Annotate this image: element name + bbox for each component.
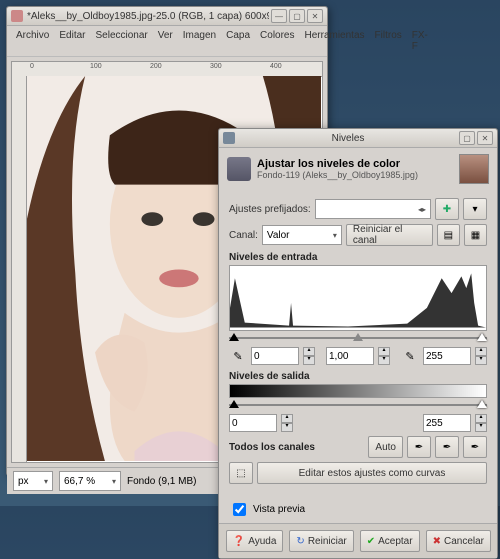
presets-label: Ajustes prefijados: <box>229 204 311 215</box>
add-preset-button[interactable]: ✚ <box>435 198 459 220</box>
dialog-min-button[interactable]: ▢ <box>459 131 475 145</box>
close-button[interactable]: ✕ <box>307 9 323 23</box>
dialog-footer: ❓Ayuda ↻Reiniciar ✔Aceptar ✖Cancelar <box>219 523 497 558</box>
auto-button[interactable]: Auto <box>368 436 403 458</box>
ruler-horizontal: 0 100 200 300 400 <box>12 62 322 77</box>
reset-button[interactable]: ↻Reiniciar <box>289 530 353 552</box>
linear-hist-button[interactable]: ▤ <box>437 224 460 246</box>
dialog-title: Niveles <box>239 133 457 144</box>
minimize-button[interactable]: — <box>271 9 287 23</box>
levels-dialog: Niveles ▢ ✕ Ajustar los niveles de color… <box>218 128 498 559</box>
output-gradient <box>229 384 487 398</box>
app-icon <box>11 10 23 22</box>
pick-gray-all-button[interactable]: ✒ <box>435 436 459 458</box>
input-gamma-spin[interactable]: 1,00 <box>326 347 374 365</box>
cancel-button[interactable]: ✖Cancelar <box>426 530 491 552</box>
preset-menu-button[interactable]: ▾ <box>463 198 487 220</box>
window-title: *Aleks__by_Oldboy1985.jpg-25.0 (RGB, 1 c… <box>27 11 269 22</box>
menu-capa[interactable]: Capa <box>221 28 255 54</box>
menu-bar: Archivo Editar Seleccionar Ver Imagen Ca… <box>7 26 327 57</box>
channel-combo[interactable]: Valor▾ <box>262 225 342 245</box>
ruler-vertical <box>12 76 27 462</box>
main-titlebar[interactable]: *Aleks__by_Oldboy1985.jpg-25.0 (RGB, 1 c… <box>7 7 327 26</box>
curves-icon: ⬚ <box>229 462 253 484</box>
histogram <box>229 265 487 331</box>
all-channels-label: Todos los canales <box>229 442 315 453</box>
input-slider[interactable] <box>229 333 487 343</box>
menu-herramientas[interactable]: Herramientas <box>300 28 370 54</box>
dialog-header: Ajustar los niveles de color Fondo-119 (… <box>219 148 497 190</box>
output-low-spin[interactable]: 0 <box>229 414 277 432</box>
help-button[interactable]: ❓Ayuda <box>226 530 284 552</box>
menu-editar[interactable]: Editar <box>54 28 90 54</box>
layer-thumbnail <box>459 154 489 184</box>
menu-seleccionar[interactable]: Seleccionar <box>90 28 152 54</box>
input-levels-label: Niveles de entrada <box>229 252 487 263</box>
log-hist-button[interactable]: ▦ <box>464 224 487 246</box>
pick-white-icon[interactable]: ✎ <box>401 348 419 364</box>
reset-channel-button[interactable]: Reiniciar el canal <box>346 224 433 246</box>
menu-colores[interactable]: Colores <box>255 28 299 54</box>
levels-icon <box>227 157 251 181</box>
pick-black-icon[interactable]: ✎ <box>229 348 247 364</box>
channel-label: Canal: <box>229 230 258 241</box>
edit-as-curves-button[interactable]: Editar estos ajustes como curvas <box>257 462 487 484</box>
menu-fxf[interactable]: FX-F <box>407 28 433 54</box>
dialog-titlebar[interactable]: Niveles ▢ ✕ <box>219 129 497 148</box>
preview-checkbox[interactable] <box>233 503 246 516</box>
dialog-icon <box>223 132 235 144</box>
menu-filtros[interactable]: Filtros <box>370 28 407 54</box>
menu-imagen[interactable]: Imagen <box>178 28 221 54</box>
dialog-close-button[interactable]: ✕ <box>477 131 493 145</box>
presets-combo[interactable]: ◂▸ <box>315 199 431 219</box>
menu-ver[interactable]: Ver <box>153 28 178 54</box>
output-levels-label: Niveles de salida <box>229 371 487 382</box>
output-slider[interactable] <box>229 400 487 410</box>
dialog-heading: Ajustar los niveles de color <box>257 158 418 170</box>
output-high-spin[interactable]: 255 <box>423 414 471 432</box>
pick-white-all-button[interactable]: ✒ <box>463 436 487 458</box>
input-high-spin[interactable]: 255 <box>423 347 471 365</box>
dialog-subheading: Fondo-119 (Aleks__by_Oldboy1985.jpg) <box>257 170 418 180</box>
zoom-select[interactable]: 66,7 %▾ <box>59 471 121 491</box>
pick-black-all-button[interactable]: ✒ <box>407 436 431 458</box>
ok-button[interactable]: ✔Aceptar <box>360 530 420 552</box>
maximize-button[interactable]: ▢ <box>289 9 305 23</box>
unit-select[interactable]: px▾ <box>13 471 53 491</box>
menu-archivo[interactable]: Archivo <box>11 28 54 54</box>
input-low-spin[interactable]: 0 <box>251 347 299 365</box>
